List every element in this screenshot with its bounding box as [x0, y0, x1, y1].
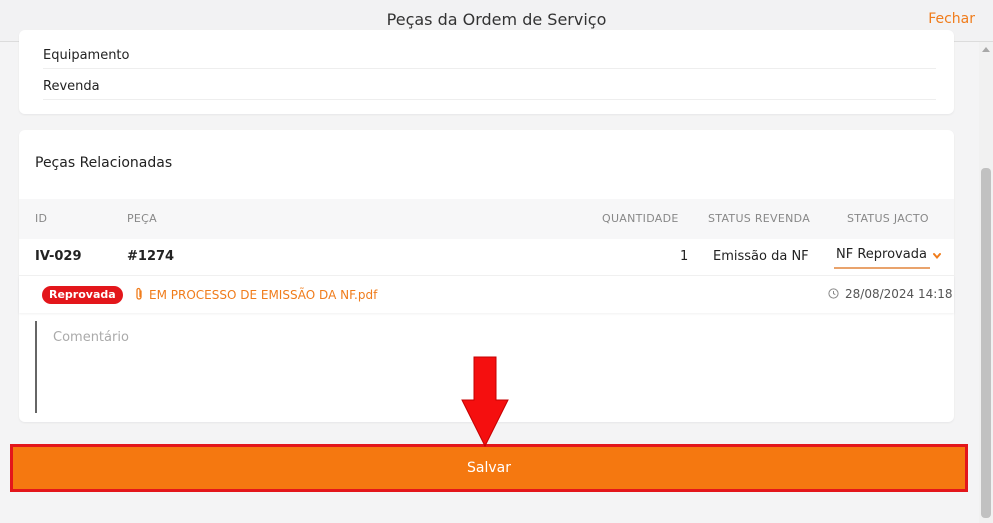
save-button[interactable]: Salvar	[13, 447, 965, 489]
chevron-down-icon[interactable]	[933, 252, 941, 260]
col-header-id: ID	[35, 212, 48, 225]
status-jacto-select[interactable]: NF Reprovada	[834, 247, 930, 269]
detail-row-equipamento: Equipamento	[43, 38, 936, 69]
cell-quantity: 1	[680, 249, 689, 264]
col-header-peca: PEÇA	[127, 212, 157, 225]
attachment-link[interactable]: EM PROCESSO DE EMISSÃO DA NF.pdf	[149, 288, 377, 302]
arrow-down-icon	[461, 356, 509, 448]
status-badge: Reprovada	[42, 286, 123, 304]
close-button[interactable]: Fechar	[928, 11, 975, 27]
cell-status-revenda: Emissão da NF	[713, 249, 809, 264]
cell-id: IV-029	[35, 249, 82, 264]
section-title: Peças Relacionadas	[35, 155, 173, 171]
col-header-status-revenda: STATUS REVENDA	[708, 212, 811, 225]
save-button-highlight: Salvar	[10, 444, 968, 492]
attachment-row: Reprovada EM PROCESSO DE EMISSÃO DA NF.p…	[19, 276, 954, 313]
clock-icon	[828, 288, 839, 299]
scrollbar-thumb[interactable]	[981, 168, 991, 518]
col-header-status-jacto: STATUS JACTO	[847, 212, 929, 225]
table-row: IV-029 #1274 1 Emissão da NF NF Reprovad…	[19, 239, 954, 276]
detail-row-revenda: Revenda	[43, 69, 936, 100]
modal-title: Peças da Ordem de Serviço	[386, 10, 607, 29]
cell-part: #1274	[127, 249, 175, 264]
scroll-up-icon[interactable]	[982, 47, 990, 52]
attachment-timestamp: 28/08/2024 14:18	[845, 287, 953, 301]
table-header: ID PEÇA QUANTIDADE STATUS REVENDA STATUS…	[19, 199, 954, 239]
col-header-quantidade: QUANTIDADE	[602, 212, 679, 225]
paperclip-icon	[136, 287, 142, 300]
details-card: Equipamento Revenda	[19, 30, 954, 114]
